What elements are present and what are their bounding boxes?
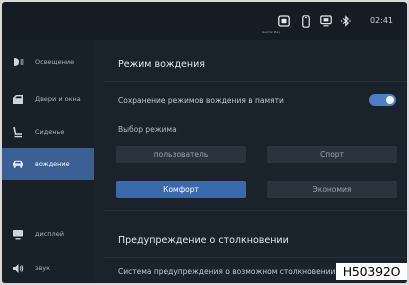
toggle-knob [386,96,394,104]
divider [104,81,407,82]
mode-eco-button[interactable]: Экономия [267,181,397,198]
save-modes-label: Сохранение режимов вождения в памяти [118,96,284,105]
sidebar-item-label: звук [35,264,51,272]
sidebar-item-label: Освещение [35,58,75,66]
driving-car-icon [12,158,24,170]
lighting-icon [12,56,24,68]
display-icon[interactable] [320,14,332,28]
display-icon [12,228,24,240]
save-modes-toggle[interactable] [369,94,396,106]
sidebar-item-driving[interactable]: вождение [2,148,94,180]
sidebar-item-seat[interactable]: Сиденье [2,116,94,148]
sidebar-item-label: дисплей [35,230,64,238]
sidebar-item-sound[interactable]: звук [2,252,94,283]
drive-mode-title: Режим вождения [118,59,205,70]
bluetooth-icon[interactable] [340,14,352,28]
watermark-label: H50392O [336,263,407,280]
divider [104,210,407,211]
speaker-icon [12,262,24,274]
mode-sport-button[interactable]: Спорт [267,146,397,163]
divider [104,257,407,258]
status-caption: Gentle Play [262,30,281,34]
car-door-icon [12,93,24,105]
collision-warning-title: Предупреждение о столкновении [118,235,289,246]
sidebar-item-lighting[interactable]: Освещение [2,46,94,78]
clock-time: 02:41 [369,16,393,25]
sidebar-item-label: вождение [35,160,70,168]
mode-comfort-button[interactable]: Комфорт [116,181,246,198]
sidebar-item-doors-windows[interactable]: Двери и окна [2,83,94,115]
sidebar-item-label: Двери и окна [35,95,81,103]
drive-mode-panel: Режим вождения Сохранение режимов вожден… [94,40,407,283]
screen-mirror-icon[interactable] [278,14,290,28]
car-settings-screen: Gentle Play 02:41 Освещение Двери и окна [2,2,407,283]
mode-user-button[interactable]: пользователь [116,146,246,163]
mode-select-label: Выбор режима [118,125,177,134]
sidebar-item-display[interactable]: дисплей [2,218,94,250]
collision-system-label: Система предупреждения о возможном столк… [118,267,336,276]
seat-icon [12,126,24,138]
sidebar-item-label: Сиденье [35,128,65,136]
phone-icon[interactable] [302,14,310,28]
status-bar: Gentle Play 02:41 [2,2,407,40]
settings-sidebar: Освещение Двери и окна Сиденье вождение … [2,40,94,283]
